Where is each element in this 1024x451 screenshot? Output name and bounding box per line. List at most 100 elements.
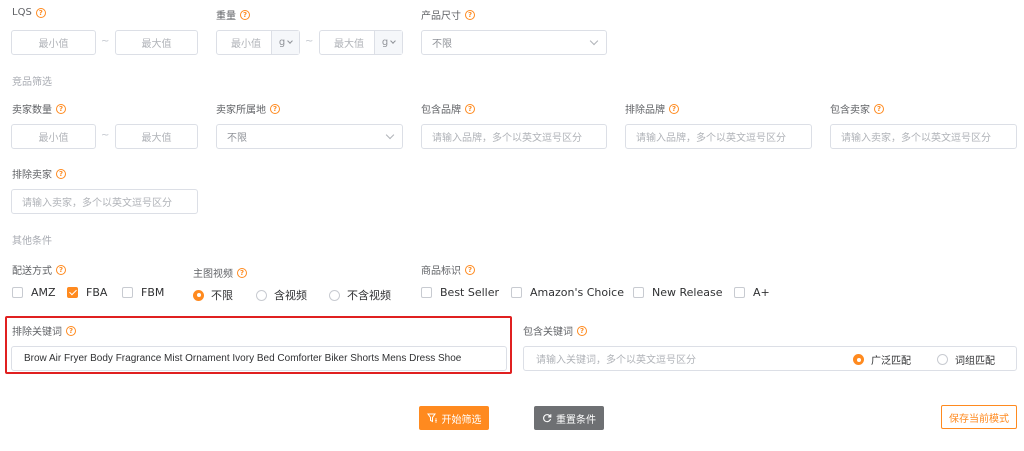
size-value: 不限 [432, 39, 452, 50]
badge-option-best-seller[interactable]: Best Seller [421, 286, 499, 299]
weight-min-placeholder: 最小值 [231, 39, 261, 50]
seller-count-max-input[interactable]: 最大值 [115, 124, 198, 149]
option-label: AMZ [31, 286, 56, 299]
exclude-keyword-input[interactable]: Brow Air Fryer Body Fragrance Mist Ornam… [11, 346, 507, 371]
chevron-down-icon [385, 130, 395, 140]
option-label: 含视频 [274, 289, 307, 302]
help-icon[interactable]: ? [465, 264, 475, 275]
option-label: Best Seller [440, 286, 500, 299]
checkbox[interactable] [734, 287, 745, 298]
help-icon[interactable]: ? [240, 9, 250, 20]
refresh-icon [543, 414, 552, 423]
include-seller-input[interactable]: 请输入卖家，多个以英文逗号区分 [830, 124, 1017, 149]
lqs-max-input[interactable]: 最大值 [115, 30, 198, 55]
help-icon[interactable]: ? [35, 7, 46, 18]
chevron-down-icon [390, 38, 397, 44]
reset-button[interactable]: 重置条件 [534, 406, 604, 430]
include-brand-label: 包含品牌? [421, 101, 475, 116]
checkbox[interactable] [511, 287, 522, 298]
lqs-label: LQS? [12, 7, 46, 18]
weight-max-placeholder: 最大值 [334, 39, 364, 50]
help-icon[interactable]: ? [56, 264, 66, 275]
exclude-seller-label: 排除卖家? [12, 166, 66, 181]
radio[interactable] [329, 289, 340, 301]
video-option-any[interactable]: 不限 [193, 287, 233, 303]
weight-min-input[interactable]: 最小值 g [216, 30, 300, 55]
include-keyword-placeholder: 请输入关键词，多个以英文逗号区分 [536, 355, 696, 366]
checkbox[interactable] [421, 287, 432, 298]
badge-label: 商品标识? [421, 262, 475, 277]
checkbox-checked[interactable] [67, 287, 78, 298]
option-label: 广泛匹配 [871, 356, 911, 367]
include-keyword-input[interactable]: 请输入关键词，多个以英文逗号区分 广泛匹配 词组匹配 [523, 346, 1017, 371]
start-filter-label: 开始筛选 [441, 414, 482, 426]
include-keyword-label: 包含关键词? [523, 323, 587, 338]
option-label: FBA [86, 286, 108, 299]
lqs-min-input[interactable]: 最小值 [11, 30, 96, 55]
shipping-option-amz[interactable]: AMZ [12, 286, 56, 299]
help-icon[interactable]: ? [66, 325, 76, 336]
badge-option-a-plus[interactable]: A+ [734, 286, 770, 299]
help-icon[interactable]: ? [56, 168, 66, 179]
section-competitor: 竞品筛选 [12, 77, 52, 88]
help-icon[interactable]: ? [465, 9, 475, 20]
seller-count-label: 卖家数量? [12, 101, 66, 116]
checkbox[interactable] [633, 287, 644, 298]
checkbox[interactable] [12, 287, 23, 298]
video-option-with[interactable]: 含视频 [256, 287, 307, 303]
exclude-brand-input[interactable]: 请输入品牌，多个以英文逗号区分 [625, 124, 812, 149]
option-label: Amazon's Choice [530, 286, 624, 299]
option-label: A+ [753, 286, 770, 299]
seller-count-min-input[interactable]: 最小值 [11, 124, 96, 149]
reset-label: 重置条件 [556, 414, 596, 426]
section-other: 其他条件 [12, 236, 52, 247]
help-icon[interactable]: ? [874, 103, 884, 114]
weight-label: 重量? [216, 7, 250, 22]
radio-selected[interactable] [853, 354, 864, 365]
range-dash: ~ [101, 130, 110, 141]
help-icon[interactable]: ? [465, 103, 475, 114]
match-option-phrase[interactable]: 词组匹配 [937, 352, 995, 367]
radio[interactable] [256, 289, 267, 301]
include-seller-label: 包含卖家? [830, 101, 884, 116]
save-mode-button[interactable]: 保存当前模式 [941, 405, 1017, 429]
start-filter-button[interactable]: 开始筛选 [419, 406, 489, 430]
weight-min-unit-select[interactable]: g [271, 31, 299, 54]
seller-location-value: 不限 [227, 133, 247, 144]
match-option-broad[interactable]: 广泛匹配 [853, 352, 911, 367]
radio-selected[interactable] [193, 289, 204, 301]
help-icon[interactable]: ? [56, 103, 66, 114]
seller-location-select[interactable]: 不限 [216, 124, 403, 149]
range-dash: ~ [305, 36, 314, 47]
option-label: 不限 [211, 289, 233, 302]
video-option-without[interactable]: 不含视频 [329, 287, 391, 303]
badge-option-amazons-choice[interactable]: Amazon's Choice [511, 286, 624, 299]
filter-icon [426, 413, 437, 423]
size-label: 产品尺寸? [421, 7, 475, 22]
option-label: New Release [652, 286, 723, 299]
badge-option-new-release[interactable]: New Release [633, 286, 722, 299]
help-icon[interactable]: ? [270, 103, 280, 114]
chevron-down-icon [287, 38, 294, 44]
shipping-option-fba[interactable]: FBA [67, 286, 107, 299]
seller-location-label: 卖家所属地? [216, 101, 280, 116]
unit-text: g [278, 37, 286, 48]
range-dash: ~ [101, 36, 110, 47]
option-label: 词组匹配 [955, 356, 995, 367]
chevron-down-icon [589, 36, 599, 46]
help-icon[interactable]: ? [577, 325, 587, 336]
video-label: 主图视频? [193, 265, 247, 280]
weight-max-input[interactable]: 最大值 g [319, 30, 403, 55]
checkbox[interactable] [122, 287, 133, 298]
shipping-option-fbm[interactable]: FBM [122, 286, 164, 299]
exclude-keyword-label: 排除关键词? [12, 323, 76, 338]
shipping-label: 配送方式? [12, 262, 66, 277]
exclude-seller-input[interactable]: 请输入卖家，多个以英文逗号区分 [11, 189, 198, 214]
include-brand-input[interactable]: 请输入品牌，多个以英文逗号区分 [421, 124, 607, 149]
weight-max-unit-select[interactable]: g [374, 31, 402, 54]
radio[interactable] [937, 354, 948, 365]
help-icon[interactable]: ? [237, 267, 247, 278]
help-icon[interactable]: ? [669, 103, 679, 114]
size-select[interactable]: 不限 [421, 30, 607, 55]
option-label: 不含视频 [347, 289, 391, 302]
